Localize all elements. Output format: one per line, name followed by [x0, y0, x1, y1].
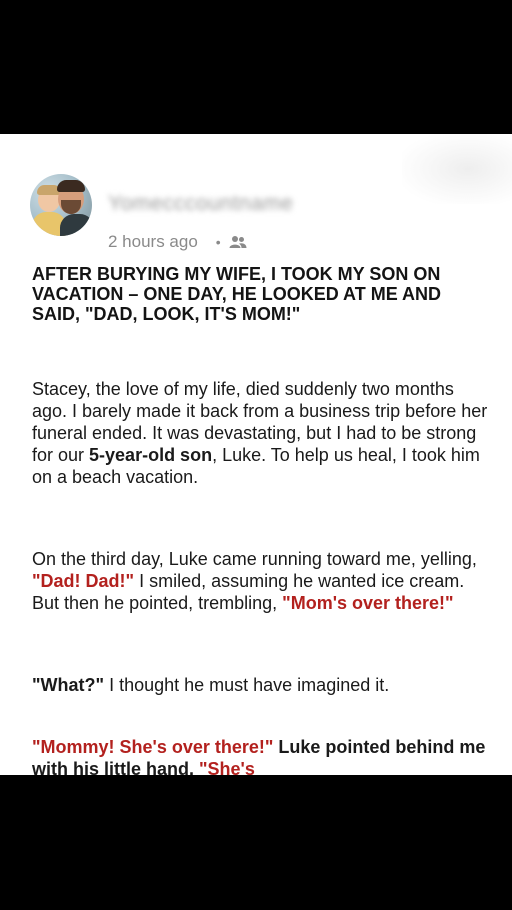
paragraph-3: "What?" I thought he must have imagined …	[32, 674, 492, 696]
paragraph-2-text-a: On the third day, Luke came running towa…	[32, 549, 477, 569]
paragraph-4-quote-2: "She's	[199, 759, 255, 775]
username[interactable]: Yomecccountname	[108, 192, 293, 216]
post-meta: 2 hours ago •	[108, 232, 247, 252]
avatar-dad-hair	[57, 180, 85, 192]
paragraph-1-bold: 5-year-old son	[89, 445, 213, 465]
avatar-dad-shirt	[60, 214, 92, 236]
avatar[interactable]	[30, 174, 92, 236]
post-timestamp[interactable]: 2 hours ago	[108, 232, 198, 252]
post-headline: AFTER BURYING MY WIFE, I TOOK MY SON ON …	[32, 264, 442, 324]
paragraph-4: "Mommy! She's over there!" Luke pointed …	[32, 736, 492, 775]
bottom-letterbox	[0, 775, 512, 910]
paragraph-2-quote-1: "Dad! Dad!"	[32, 571, 135, 591]
paragraph-3-text: I thought he must have imagined it.	[104, 675, 390, 695]
meta-separator: •	[215, 234, 221, 250]
paragraph-3-bold: "What?"	[32, 675, 105, 695]
paragraph-1: Stacey, the love of my life, died sudden…	[32, 378, 492, 488]
avatar-dad-beard	[61, 200, 81, 214]
post-card: Yomecccountname 2 hours ago • AFTER BURY…	[0, 134, 512, 775]
friends-icon	[229, 235, 247, 249]
paragraph-2-quote-2: "Mom's over there!"	[282, 593, 454, 613]
header-shadow	[402, 134, 512, 204]
paragraph-4-quote-1: "Mommy! She's over there!"	[32, 737, 274, 757]
top-letterbox	[0, 0, 512, 134]
paragraph-2: On the third day, Luke came running towa…	[32, 548, 492, 614]
